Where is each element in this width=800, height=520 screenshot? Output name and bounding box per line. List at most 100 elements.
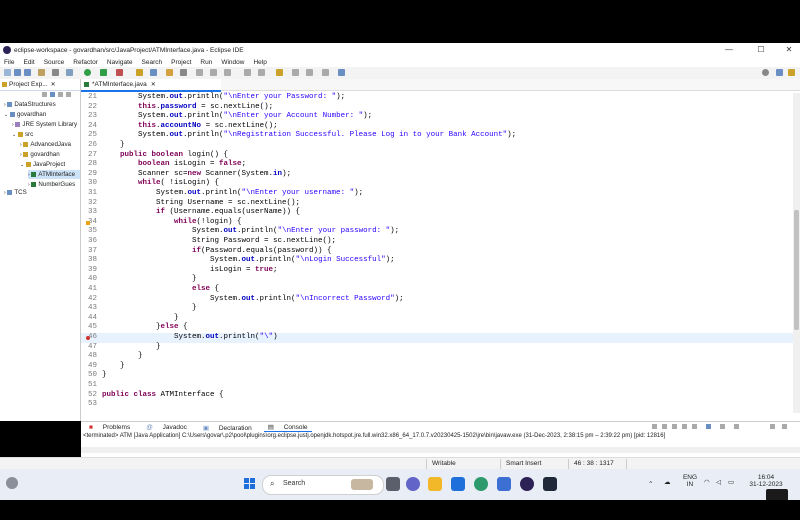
tree-item-advancedjava[interactable]: › AdvancedJava — [20, 140, 71, 149]
link-editor-icon[interactable] — [50, 92, 55, 97]
menu-run[interactable]: Run — [200, 59, 212, 66]
console-horizontal-scrollbar[interactable] — [81, 447, 800, 453]
code-line[interactable]: 39 isLogin = true; — [81, 266, 793, 276]
skip-icon[interactable] — [52, 69, 59, 76]
code-line[interactable]: 38 System.out.println("\nLogin Successfu… — [81, 256, 793, 266]
run-history-icon[interactable] — [100, 69, 107, 76]
code-line[interactable]: 48 } — [81, 352, 793, 362]
filter-icon[interactable] — [58, 92, 63, 97]
debug-icon[interactable] — [66, 69, 73, 76]
code-line[interactable]: 47 } — [81, 343, 793, 353]
code-line[interactable]: 28 boolean isLogin = false; — [81, 160, 793, 170]
menu-help[interactable]: Help — [253, 59, 266, 66]
teams-icon[interactable] — [406, 477, 420, 491]
tab-problems[interactable]: ■ Problems — [85, 424, 134, 431]
search-icon[interactable] — [762, 69, 769, 76]
open-type-icon[interactable] — [166, 69, 173, 76]
terminal-taskbar-icon[interactable] — [543, 477, 557, 491]
eclipse-taskbar-icon[interactable] — [520, 477, 534, 491]
code-line[interactable]: 24 this.accountNo = sc.nextLine(); — [81, 122, 793, 132]
view-menu-icon[interactable] — [66, 92, 71, 97]
run-icon[interactable] — [84, 69, 91, 76]
back-icon[interactable] — [292, 69, 299, 76]
store-icon[interactable] — [451, 477, 465, 491]
new-package-icon[interactable] — [136, 69, 143, 76]
code-line[interactable]: 37 if(Password.equals(password)) { — [81, 247, 793, 257]
toggle-block-icon[interactable] — [210, 69, 217, 76]
menu-file[interactable]: File — [4, 59, 14, 66]
tree-item-javaproject[interactable]: ⌄ JavaProject — [20, 160, 65, 169]
remove-launch-icon[interactable] — [662, 424, 667, 429]
terminal-icon[interactable] — [338, 69, 345, 76]
menu-window[interactable]: Window — [221, 59, 244, 66]
menu-navigate[interactable]: Navigate — [107, 59, 133, 66]
chevron-up-icon[interactable]: ⌃ — [648, 480, 653, 488]
code-line[interactable]: 41 else { — [81, 285, 793, 295]
code-line[interactable]: 46 System.out.println("\") — [81, 333, 793, 343]
prev-annotation-icon[interactable] — [258, 69, 265, 76]
code-line[interactable]: 50} — [81, 371, 793, 381]
code-line[interactable]: 32 String Username = sc.nextLine(); — [81, 199, 793, 209]
pin-icon[interactable] — [322, 69, 329, 76]
tree-item-govardhan-pkg[interactable]: › govardhan — [20, 150, 60, 159]
menu-search[interactable]: Search — [142, 59, 163, 66]
maximize-button[interactable]: ☐ — [750, 43, 772, 57]
code-line[interactable]: 25 System.out.println("\nRegistration Su… — [81, 131, 793, 141]
code-line[interactable]: 42 System.out.println("\nIncorrect Passw… — [81, 295, 793, 305]
forward-icon[interactable] — [306, 69, 313, 76]
language-indicator[interactable]: ENG IN — [680, 474, 700, 488]
new-class-icon[interactable] — [150, 69, 157, 76]
code-line[interactable]: 27 public boolean login() { — [81, 151, 793, 161]
tree-item-govardhan[interactable]: ⌄ govardhan — [4, 110, 46, 119]
menu-source[interactable]: Source — [44, 59, 65, 66]
menu-edit[interactable]: Edit — [23, 59, 34, 66]
next-annotation-icon[interactable] — [244, 69, 251, 76]
minimize-button[interactable]: — — [718, 43, 740, 57]
pin-console-icon[interactable] — [706, 424, 711, 429]
code-line[interactable]: 51 — [81, 381, 793, 391]
terminate-icon[interactable] — [652, 424, 657, 429]
wifi-icon[interactable]: ◠ — [704, 478, 710, 486]
perspective-icon[interactable] — [776, 69, 783, 76]
code-line[interactable]: 26 } — [81, 141, 793, 151]
code-line[interactable]: 21 System.out.println("\nEnter your Pass… — [81, 93, 793, 103]
tree-item-jre[interactable]: › JRE System Library — [12, 120, 77, 129]
tab-javadoc[interactable]: @ Javadoc — [142, 424, 191, 431]
close-icon[interactable]: ✕ — [151, 81, 156, 88]
edge-icon[interactable] — [474, 477, 488, 491]
code-line[interactable]: 33 if (Username.equals(userName)) { — [81, 208, 793, 218]
code-line[interactable]: 49 } — [81, 362, 793, 372]
new-icon[interactable] — [4, 69, 11, 76]
collapse-all-icon[interactable] — [42, 92, 47, 97]
tree-item-src[interactable]: ⌄ src — [12, 130, 33, 139]
editor-scroll-thumb[interactable] — [794, 210, 799, 330]
code-line[interactable]: 34 while(!login) { — [81, 218, 793, 228]
vscode-icon[interactable] — [497, 477, 511, 491]
tree-item-datastructures[interactable]: › DataStructures — [4, 100, 56, 109]
external-tools-icon[interactable] — [116, 69, 123, 76]
code-line[interactable]: 53 — [81, 400, 793, 410]
editor-tab-atminterface[interactable]: *ATMInterface.java ✕ — [81, 79, 221, 92]
code-line[interactable]: 35 System.out.println("\nEnter your pass… — [81, 227, 793, 237]
windows-start-icon[interactable] — [244, 478, 256, 490]
menu-project[interactable]: Project — [171, 59, 191, 66]
file-explorer-icon[interactable] — [428, 477, 442, 491]
code-line[interactable]: 40 } — [81, 275, 793, 285]
display-console-icon[interactable] — [720, 424, 725, 429]
word-wrap-icon[interactable] — [692, 424, 697, 429]
code-line[interactable]: 30 while( !isLogin) { — [81, 179, 793, 189]
code-line[interactable]: 23 System.out.println("\nEnter your Acco… — [81, 112, 793, 122]
save-all-icon[interactable] — [24, 69, 31, 76]
build-icon[interactable] — [38, 69, 45, 76]
menu-refactor[interactable]: Refactor — [73, 59, 98, 66]
code-line[interactable]: 36 String Password = sc.nextLine(); — [81, 237, 793, 247]
task-view-icon[interactable] — [386, 477, 400, 491]
close-button[interactable]: ✕ — [778, 43, 800, 57]
tree-item-tcs[interactable]: › TCS — [4, 188, 27, 197]
code-line[interactable]: 52 public class ATMInterface { — [81, 391, 793, 401]
clear-console-icon[interactable] — [672, 424, 677, 429]
onedrive-icon[interactable]: ☁ — [664, 478, 671, 486]
tree-item-atminterface[interactable]: › ATMInterface — [28, 170, 80, 179]
java-perspective-icon[interactable] — [788, 69, 795, 76]
code-line[interactable]: 29 Scanner sc=new Scanner(System.in); — [81, 170, 793, 180]
